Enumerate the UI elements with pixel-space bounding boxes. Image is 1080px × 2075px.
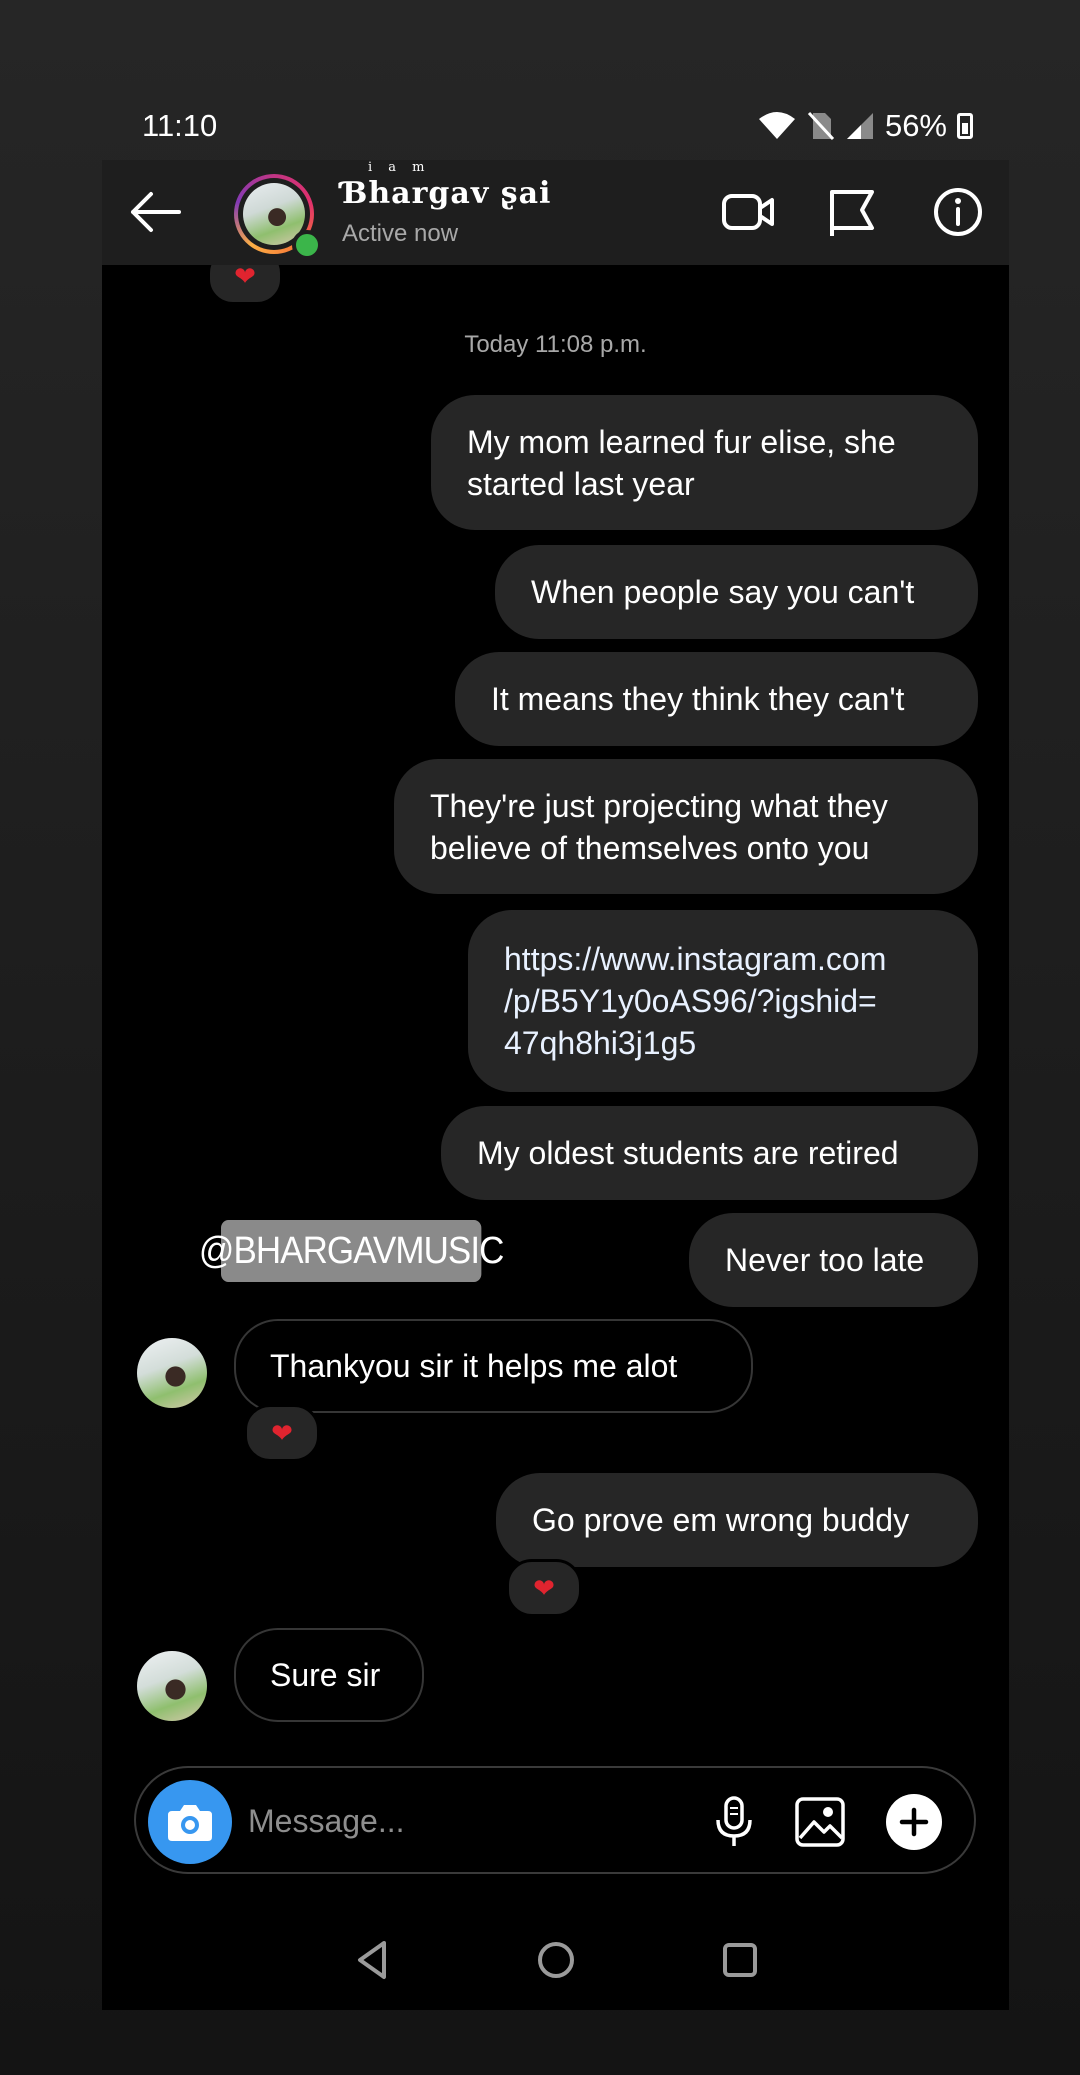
chat-header: Ɓhargav ʂai i a m Active now [102, 160, 1009, 265]
video-call-icon[interactable] [720, 184, 776, 240]
watermark-label: @BHARGAVMUSIC [199, 1220, 504, 1282]
battery-icon [957, 113, 973, 139]
reaction-heart[interactable]: ❤ [244, 1404, 320, 1462]
contact-name[interactable]: Ɓhargav ʂai i a m [342, 160, 551, 211]
message-bubble-sent[interactable]: My mom learned fur elise, she started la… [431, 395, 978, 530]
message-bubble-received[interactable]: Sure sir [234, 1628, 424, 1722]
battery-percent: 56% [884, 108, 947, 143]
camera-icon [168, 1805, 212, 1841]
message-bubble-sent[interactable]: They're just projecting what they believ… [394, 759, 978, 894]
back-arrow-icon[interactable] [127, 188, 183, 236]
name-superscript: i a m [368, 160, 431, 175]
nav-back-icon[interactable] [350, 1937, 396, 1983]
more-options-button[interactable] [886, 1794, 942, 1850]
phone-screen: 11:10 56% Ɓhargav ʂai i a m Active now ❤… [102, 100, 1009, 2010]
status-bar: 11:10 56% [102, 100, 1009, 160]
sender-avatar[interactable] [137, 1338, 207, 1408]
message-bubble-sent[interactable]: It means they think they can't [455, 652, 978, 746]
contact-avatar[interactable] [234, 174, 322, 260]
nav-recents-icon[interactable] [717, 1937, 763, 1983]
no-sim-icon [807, 111, 835, 141]
message-bubble-sent[interactable]: My oldest students are retired [441, 1106, 978, 1200]
message-input[interactable] [248, 1796, 548, 1846]
message-bubble-sent[interactable]: Never too late [689, 1213, 978, 1307]
sender-avatar[interactable] [137, 1651, 207, 1721]
online-indicator [292, 230, 322, 260]
wifi-icon [758, 112, 795, 139]
message-timestamp: Today 11:08 p.m. [464, 331, 647, 358]
message-bubble-sent[interactable]: When people say you can't [495, 545, 978, 639]
nav-home-icon[interactable] [533, 1937, 579, 1983]
message-bubble-sent[interactable]: Go prove em wrong buddy [496, 1473, 978, 1567]
message-bubble-received[interactable]: Thankyou sir it helps me alot [234, 1319, 753, 1413]
flag-icon[interactable] [824, 184, 880, 240]
active-status: Active now [342, 220, 459, 247]
system-nav-bar [102, 1915, 1009, 2010]
message-bubble-link[interactable]: https://www.instagram.com /p/B5Y1y0oAS96… [468, 910, 978, 1092]
plus-icon [899, 1807, 929, 1837]
reaction-heart[interactable]: ❤ [506, 1559, 582, 1617]
status-icons: 56% [757, 108, 973, 144]
status-time: 11:10 [142, 108, 218, 143]
reaction-heart[interactable]: ❤ [207, 265, 283, 305]
message-thread[interactable]: ❤ Today 11:08 p.m. My mom learned fur el… [102, 265, 1009, 1915]
signal-icon [846, 113, 873, 139]
camera-button[interactable] [148, 1780, 232, 1864]
gallery-icon[interactable] [792, 1794, 848, 1850]
info-icon[interactable] [930, 184, 986, 240]
message-composer [134, 1766, 976, 1874]
microphone-icon[interactable] [706, 1794, 762, 1850]
